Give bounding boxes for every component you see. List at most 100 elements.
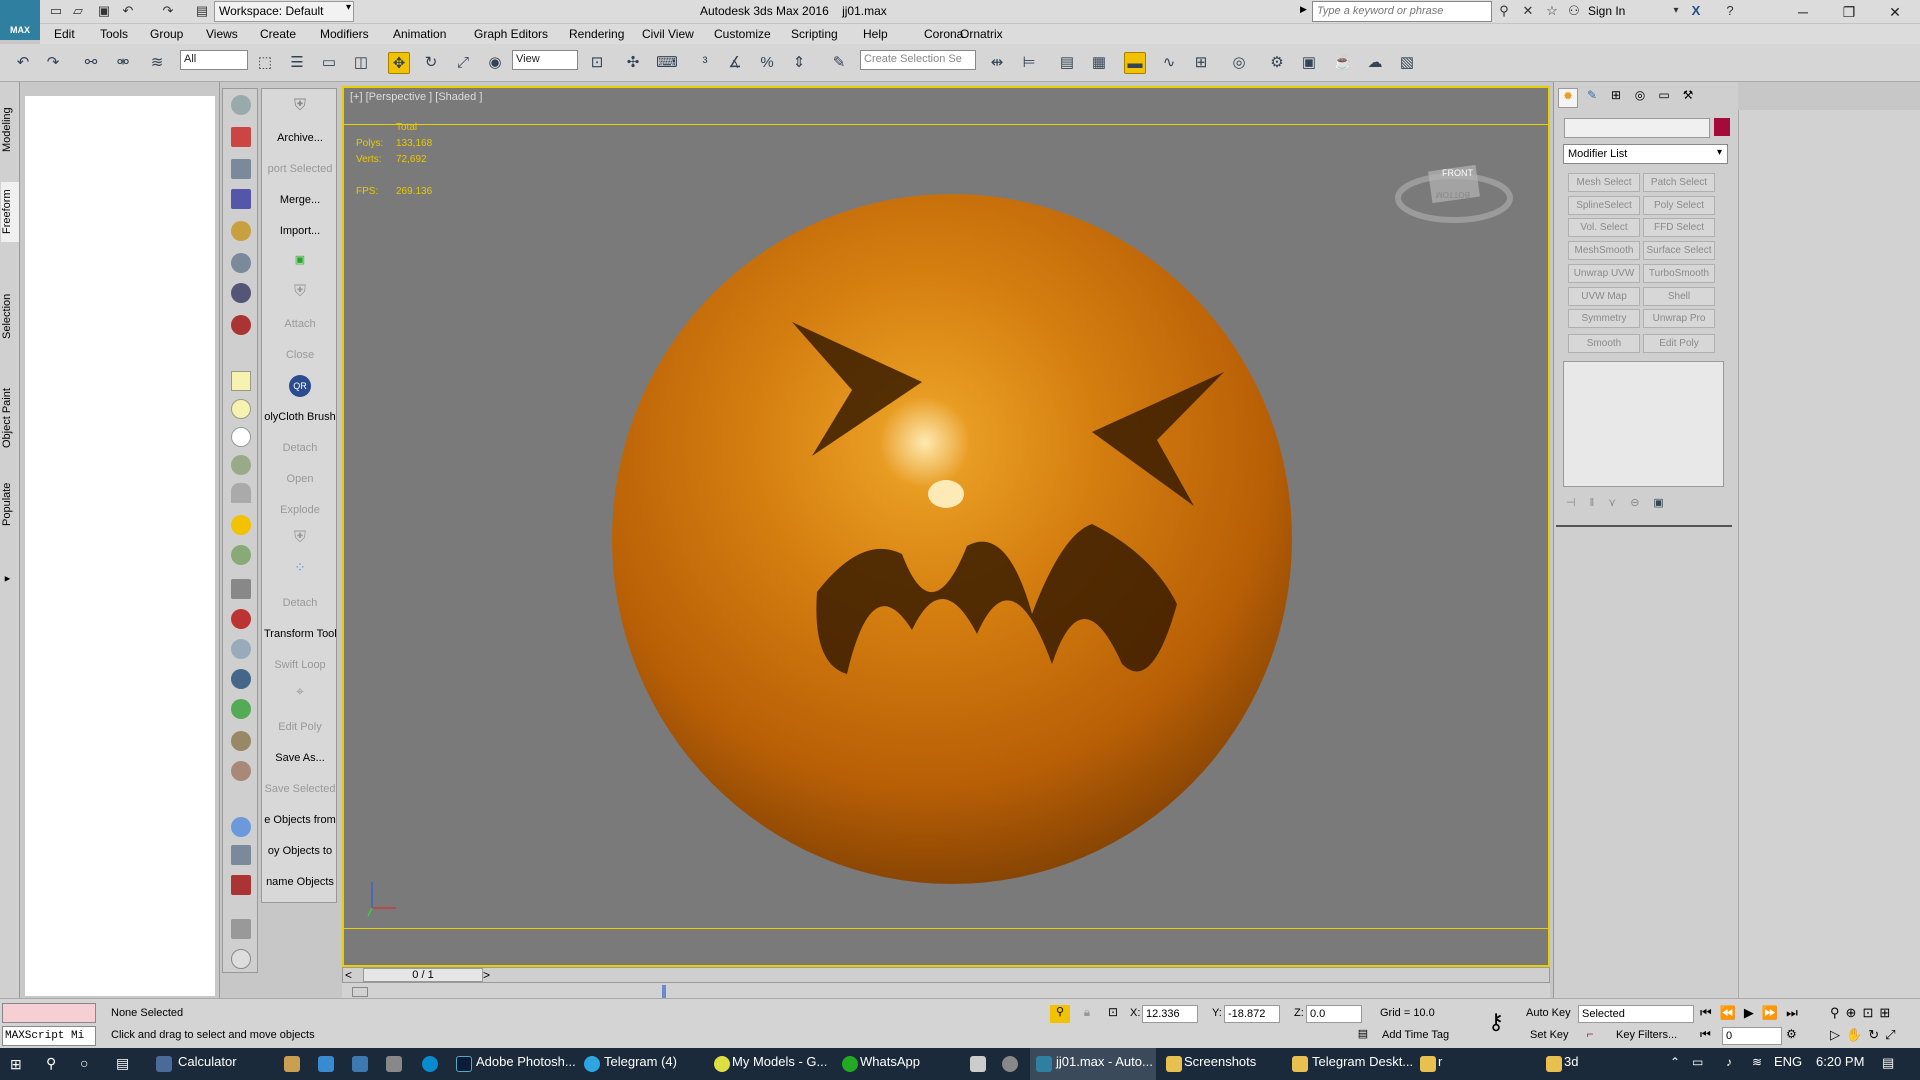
dots-icon[interactable]: ⁘ xyxy=(264,559,336,576)
orbit-icon[interactable]: ↻ xyxy=(1868,1027,1885,1042)
next-frame-icon[interactable]: ⏩ xyxy=(1762,1005,1786,1020)
favorites-star-icon[interactable]: ☆ xyxy=(1544,3,1560,19)
maxscript-mini-listener[interactable]: MAXScript Mi xyxy=(2,1026,96,1046)
mesh-select-button[interactable]: Mesh Select xyxy=(1568,173,1640,192)
exchange-apps-icon[interactable]: X xyxy=(1688,3,1704,19)
angle-snap-icon[interactable]: ∡ xyxy=(724,52,746,74)
schematic-view-icon[interactable]: ⊞ xyxy=(1190,52,1212,74)
notifications-icon[interactable]: ▤ xyxy=(1882,1055,1894,1071)
car-icon[interactable] xyxy=(231,253,251,273)
time-slider-prev-button[interactable]: < xyxy=(345,968,352,982)
paint-icon[interactable] xyxy=(231,609,251,629)
redo-icon[interactable]: ↷ xyxy=(160,3,176,19)
open-button[interactable]: Open xyxy=(264,473,336,485)
toggle-ribbon-icon[interactable]: ▬ xyxy=(1124,52,1146,74)
move-objects-from-button[interactable]: e Objects from xyxy=(264,814,336,826)
add-time-tag-button[interactable]: Add Time Tag xyxy=(1382,1029,1449,1041)
viewport-label[interactable]: [+] [Perspective ] [Shaded ] xyxy=(350,91,482,103)
make-unique-icon[interactable]: ⋎ xyxy=(1608,497,1630,509)
spinner-snap-icon[interactable]: ⇕ xyxy=(788,52,810,74)
scene-explorer-icon[interactable]: ▤ xyxy=(1056,52,1078,74)
current-frame-field[interactable]: 0 xyxy=(1722,1027,1782,1045)
plant-icon[interactable] xyxy=(231,699,251,719)
named-selection-set-dropdown[interactable]: Create Selection Se xyxy=(860,50,976,70)
max-logo[interactable]: MAX xyxy=(0,0,40,40)
uvw-map-button[interactable]: UVW Map xyxy=(1568,287,1640,306)
pivot-center-icon[interactable]: ⊡ xyxy=(586,52,608,74)
time-slider-next-button[interactable]: > xyxy=(483,968,490,982)
undo-icon[interactable]: ↶ xyxy=(12,52,34,74)
explode-button[interactable]: Explode xyxy=(264,504,336,516)
edit-named-selection-icon[interactable]: ✎ xyxy=(828,52,850,74)
modify-tab-icon[interactable]: ✎ xyxy=(1582,88,1602,108)
texture-icon[interactable] xyxy=(231,761,251,781)
window-crossing-icon[interactable]: ◫ xyxy=(350,52,372,74)
selection-lock-icon[interactable]: 🔒︎ xyxy=(1078,1005,1096,1023)
restore-button[interactable]: ❐ xyxy=(1826,0,1872,24)
menu-animation[interactable]: Animation xyxy=(393,27,446,41)
zoom-extents-all-icon[interactable]: ⊞ xyxy=(1879,1005,1896,1020)
taskbar-photoshop[interactable]: Adobe Photosh... xyxy=(476,1054,576,1069)
lightbulb-icon[interactable] xyxy=(231,221,251,241)
set-key-button[interactable]: Set Key xyxy=(1530,1029,1569,1041)
select-and-scale-icon[interactable]: ⤢ xyxy=(452,52,474,74)
menu-create[interactable]: Create xyxy=(260,27,296,41)
pin-stack-icon[interactable]: ⊣ xyxy=(1566,497,1590,509)
tab-freeform[interactable]: Freeform xyxy=(1,182,19,242)
absolute-mode-icon[interactable]: ⊡ xyxy=(1104,1005,1122,1023)
key-mode-dropdown[interactable]: Selected xyxy=(1578,1005,1694,1023)
edit-poly-button[interactable]: Edit Poly xyxy=(264,721,336,733)
auto-key-button[interactable]: Auto Key xyxy=(1526,1007,1571,1019)
select-and-move-icon[interactable]: ✥ xyxy=(388,52,410,74)
new-file-icon[interactable]: ▭ xyxy=(48,3,64,19)
task-view-icon[interactable]: ▤ xyxy=(116,1055,129,1072)
sign-in-chevron-icon[interactable]: ▾ xyxy=(1668,3,1684,19)
create-tab-icon[interactable]: ✹ xyxy=(1558,88,1578,108)
display-tab-icon[interactable]: ▭ xyxy=(1654,88,1674,108)
unwrap-pro-button[interactable]: Unwrap Pro xyxy=(1643,309,1715,328)
globe-icon[interactable] xyxy=(231,669,251,689)
show-end-result-icon[interactable]: ‖ xyxy=(1590,497,1609,509)
calendar-icon[interactable] xyxy=(231,127,251,147)
workspace-dropdown[interactable]: Workspace: Default xyxy=(214,1,354,22)
render-production-icon[interactable]: ☕ xyxy=(1332,52,1354,74)
key-filters-button[interactable]: Key Filters... xyxy=(1616,1029,1677,1041)
green-screen-icon[interactable]: ▣ xyxy=(264,253,336,266)
link-icon[interactable]: ⚯ xyxy=(80,52,102,74)
emoji-face-mesh[interactable] xyxy=(612,194,1292,884)
perspective-viewport[interactable]: [+] [Perspective ] [Shaded ] Total Polys… xyxy=(342,86,1550,967)
spline-select-button[interactable]: SplineSelect xyxy=(1568,196,1640,215)
percent-snap-icon[interactable]: % xyxy=(756,52,778,74)
transform-tool-button[interactable]: Transform Tool xyxy=(264,628,336,640)
key-mode-toggle-icon[interactable]: ⏮ xyxy=(1700,1027,1711,1042)
edit-poly-modifier-button[interactable]: Edit Poly xyxy=(1643,334,1715,353)
save-file-icon[interactable]: ▣ xyxy=(96,3,112,19)
menu-rendering[interactable]: Rendering xyxy=(569,27,624,41)
z-coordinate-field[interactable]: 0.0 xyxy=(1306,1005,1362,1023)
redo-icon[interactable]: ↷ xyxy=(42,52,64,74)
shell-button[interactable]: Shell xyxy=(1643,287,1715,306)
layer-explorer-icon[interactable]: ▦ xyxy=(1088,52,1110,74)
time-slider[interactable]: < 0 / 1 > xyxy=(342,967,1550,983)
reference-coordinate-dropdown[interactable]: View xyxy=(512,50,578,70)
mirror-icon[interactable]: ⇹ xyxy=(986,52,1008,74)
qr-button[interactable]: QR xyxy=(264,375,336,397)
rendered-frame-window-icon[interactable]: ▣ xyxy=(1298,52,1320,74)
project-folder-icon[interactable]: ▤ xyxy=(194,3,210,19)
network-icon[interactable]: ▭ xyxy=(1692,1055,1703,1069)
modifier-list-chevron-icon[interactable]: ▾ xyxy=(1717,147,1722,158)
sphere-icon[interactable] xyxy=(231,427,251,447)
play-icon[interactable]: ▶ xyxy=(1744,1005,1762,1020)
copy-objects-to-button[interactable]: oy Objects to xyxy=(264,845,336,857)
modifier-stack[interactable] xyxy=(1563,361,1724,487)
zoom-all-icon[interactable]: ⊕ xyxy=(1846,1005,1863,1020)
menu-help[interactable]: Help xyxy=(863,27,888,41)
face-icon[interactable] xyxy=(231,283,251,303)
minimize-button[interactable]: ─ xyxy=(1780,0,1826,24)
menu-group[interactable]: Group xyxy=(150,27,183,41)
tab-selection[interactable]: Selection xyxy=(1,286,19,346)
keyboard-shortcut-override-icon[interactable]: ⌨ xyxy=(656,52,678,74)
remove-modifier-icon[interactable]: ⊖ xyxy=(1630,497,1653,509)
taskbar-telegram[interactable]: Telegram (4) xyxy=(604,1054,677,1069)
export-selected-button[interactable]: port Selected xyxy=(264,163,336,175)
